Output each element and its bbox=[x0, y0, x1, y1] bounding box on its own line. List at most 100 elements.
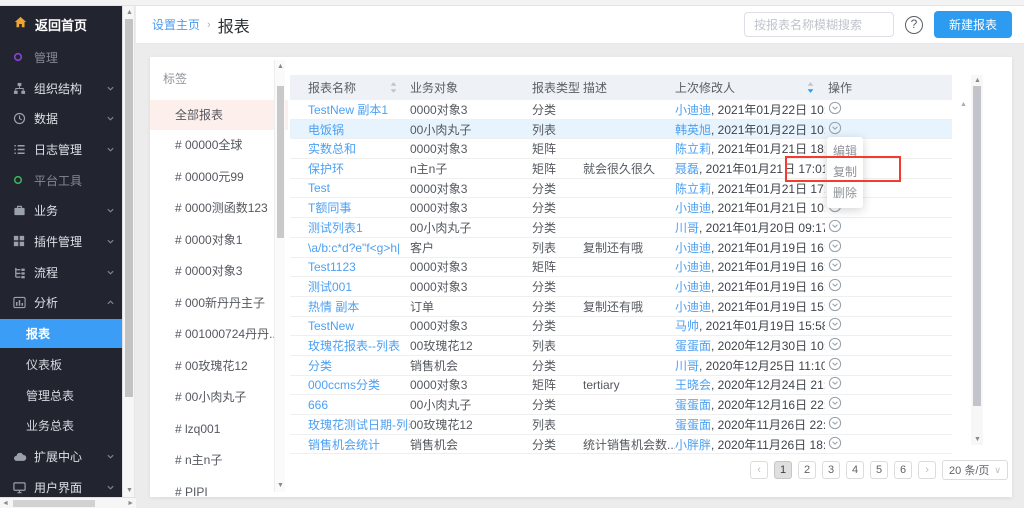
pagination-page-5[interactable]: 5 bbox=[870, 461, 888, 479]
row-actions-icon[interactable] bbox=[828, 239, 842, 253]
report-name-link[interactable]: 销售机会统计 bbox=[308, 436, 380, 453]
sort-icon[interactable] bbox=[389, 81, 398, 94]
tags-scroll-thumb[interactable] bbox=[277, 86, 284, 238]
inner-scroll-up-icon[interactable]: ▲ bbox=[960, 101, 967, 108]
context-menu-item-复制[interactable]: 复制 bbox=[827, 162, 863, 183]
tag-item-all-reports[interactable]: 全部报表 bbox=[150, 100, 288, 130]
report-name-link[interactable]: 实数总和 bbox=[308, 140, 356, 157]
report-name-link[interactable]: 测试001 bbox=[308, 278, 352, 295]
report-name-link[interactable]: 电饭锅 bbox=[308, 121, 344, 138]
modifier-link[interactable]: 马帅 bbox=[675, 317, 699, 334]
scroll-left-icon[interactable]: ◄ bbox=[2, 500, 9, 507]
report-name-link[interactable]: TestNew 副本1 bbox=[308, 101, 388, 118]
modifier-link[interactable]: 陈立莉 bbox=[675, 140, 711, 157]
tag-item[interactable]: # 0000对象1 bbox=[150, 225, 288, 257]
table-vertical-scrollbar[interactable]: ▲ ▼ bbox=[971, 75, 983, 445]
report-name-link[interactable]: TestNew bbox=[308, 319, 354, 333]
context-menu-item-删除[interactable]: 删除 bbox=[827, 183, 863, 204]
row-actions-icon[interactable] bbox=[828, 317, 842, 331]
page-size-select[interactable]: 20 条/页∨ bbox=[942, 460, 1008, 480]
tag-item[interactable]: # n主n子 bbox=[150, 445, 288, 477]
pagination-page-1[interactable]: 1 bbox=[774, 461, 792, 479]
scroll-down-icon[interactable]: ▼ bbox=[277, 482, 284, 489]
row-actions-icon[interactable] bbox=[828, 436, 842, 450]
sidebar-scroll-thumb[interactable] bbox=[125, 19, 133, 397]
sidebar-item-日志管理[interactable]: 日志管理 bbox=[0, 134, 122, 165]
report-name-link[interactable]: 玫瑰花报表--列表 bbox=[308, 337, 400, 354]
row-actions-icon[interactable] bbox=[828, 337, 842, 351]
sidebar-subitem-报表[interactable]: 报表 bbox=[0, 319, 122, 348]
sidebar-vertical-scrollbar[interactable]: ▲ ▼ bbox=[122, 6, 135, 497]
sidebar-subitem-管理总表[interactable]: 管理总表 bbox=[0, 380, 122, 411]
tag-item[interactable]: # 00000全球 bbox=[150, 130, 288, 162]
row-actions-icon[interactable] bbox=[828, 298, 842, 312]
row-actions-icon[interactable] bbox=[828, 219, 842, 233]
sidebar-subitem-仪表板[interactable]: 仪表板 bbox=[0, 349, 122, 380]
sidebar-item-扩展中心[interactable]: 扩展中心 bbox=[0, 441, 122, 472]
modifier-link[interactable]: 聂磊 bbox=[675, 160, 699, 177]
tag-item[interactable]: # 001000724丹丹... bbox=[150, 319, 288, 351]
tag-item[interactable]: # lzq001 bbox=[150, 414, 288, 446]
scroll-up-icon[interactable]: ▲ bbox=[277, 63, 284, 70]
row-actions-icon[interactable] bbox=[828, 258, 842, 272]
row-actions-icon[interactable] bbox=[828, 121, 842, 135]
sidebar-home[interactable]: 返回首页 bbox=[0, 6, 122, 42]
report-name-link[interactable]: 666 bbox=[308, 398, 328, 412]
modifier-link[interactable]: 川哥 bbox=[675, 357, 699, 374]
scroll-right-icon[interactable]: ► bbox=[127, 500, 134, 507]
sidebar-item-分析[interactable]: 分析 bbox=[0, 288, 122, 319]
row-actions-icon[interactable] bbox=[828, 376, 842, 390]
modifier-link[interactable]: 蛋蛋面 bbox=[675, 416, 711, 433]
modifier-link[interactable]: 小迪迪 bbox=[675, 239, 711, 256]
modifier-link[interactable]: 蛋蛋面 bbox=[675, 337, 711, 354]
scroll-down-icon[interactable]: ▼ bbox=[974, 436, 981, 443]
modifier-link[interactable]: 小迪迪 bbox=[675, 278, 711, 295]
modifier-link[interactable]: 小迪迪 bbox=[675, 298, 711, 315]
report-name-link[interactable]: Test1123 bbox=[308, 260, 356, 274]
report-name-link[interactable]: 分类 bbox=[308, 357, 332, 374]
report-name-link[interactable]: 测试列表1 bbox=[308, 219, 363, 236]
tag-item[interactable]: # 0000测函数123 bbox=[150, 193, 288, 225]
modifier-link[interactable]: 小迪迪 bbox=[675, 258, 711, 275]
pagination-page-6[interactable]: 6 bbox=[894, 461, 912, 479]
row-actions-icon[interactable] bbox=[828, 416, 842, 430]
sidebar-item-用户界面[interactable]: 用户界面 bbox=[0, 472, 122, 497]
tag-item[interactable]: # 000新丹丹主子 bbox=[150, 288, 288, 320]
modifier-link[interactable]: 蛋蛋面 bbox=[675, 396, 711, 413]
row-actions-icon[interactable] bbox=[828, 278, 842, 292]
modifier-link[interactable]: 小胖胖 bbox=[675, 436, 711, 453]
modifier-link[interactable]: 小迪迪 bbox=[675, 101, 711, 118]
pagination-page-4[interactable]: 4 bbox=[846, 461, 864, 479]
sidebar-item-组织结构[interactable]: 组织结构 bbox=[0, 73, 122, 104]
report-name-link[interactable]: \a/b:c*d?e"f<g>h| 【... bbox=[308, 239, 410, 256]
sidebar-item-流程[interactable]: 流程 bbox=[0, 257, 122, 288]
modifier-link[interactable]: 川哥 bbox=[675, 219, 699, 236]
sidebar-subitem-业务总表[interactable]: 业务总表 bbox=[0, 411, 122, 442]
row-actions-icon[interactable] bbox=[828, 396, 842, 410]
row-actions-icon[interactable] bbox=[828, 357, 842, 371]
help-icon[interactable]: ? bbox=[905, 16, 923, 34]
pagination-page-2[interactable]: 2 bbox=[798, 461, 816, 479]
report-name-link[interactable]: 保护环 bbox=[308, 160, 344, 177]
report-name-link[interactable]: T额同事 bbox=[308, 199, 351, 216]
search-input[interactable] bbox=[744, 12, 894, 37]
scroll-down-icon[interactable]: ▼ bbox=[126, 487, 133, 494]
new-report-button[interactable]: 新建报表 bbox=[934, 11, 1012, 38]
modifier-link[interactable]: 韩英旭 bbox=[675, 121, 711, 138]
pagination-next-button[interactable]: › bbox=[918, 461, 936, 479]
report-name-link[interactable]: 玫瑰花测试日期-列表 bbox=[308, 416, 410, 433]
tag-item[interactable]: # PIPI bbox=[150, 477, 288, 508]
table-scroll-thumb[interactable] bbox=[973, 86, 981, 406]
sort-icon[interactable] bbox=[806, 81, 815, 94]
tag-item[interactable]: # 00小肉丸子 bbox=[150, 382, 288, 414]
sidebar-item-数据[interactable]: 数据 bbox=[0, 103, 122, 134]
report-name-link[interactable]: 000ccms分类 bbox=[308, 376, 380, 393]
modifier-link[interactable]: 小迪迪 bbox=[675, 199, 711, 216]
modifier-link[interactable]: 王晓会 bbox=[675, 376, 711, 393]
row-actions-icon[interactable] bbox=[828, 101, 842, 115]
context-menu-item-编辑[interactable]: 编辑 bbox=[827, 141, 863, 162]
tag-item[interactable]: # 00000元99 bbox=[150, 162, 288, 194]
report-name-link[interactable]: Test bbox=[308, 181, 330, 195]
pagination-prev-button[interactable]: ‹ bbox=[750, 461, 768, 479]
sidebar-item-插件管理[interactable]: 插件管理 bbox=[0, 226, 122, 257]
